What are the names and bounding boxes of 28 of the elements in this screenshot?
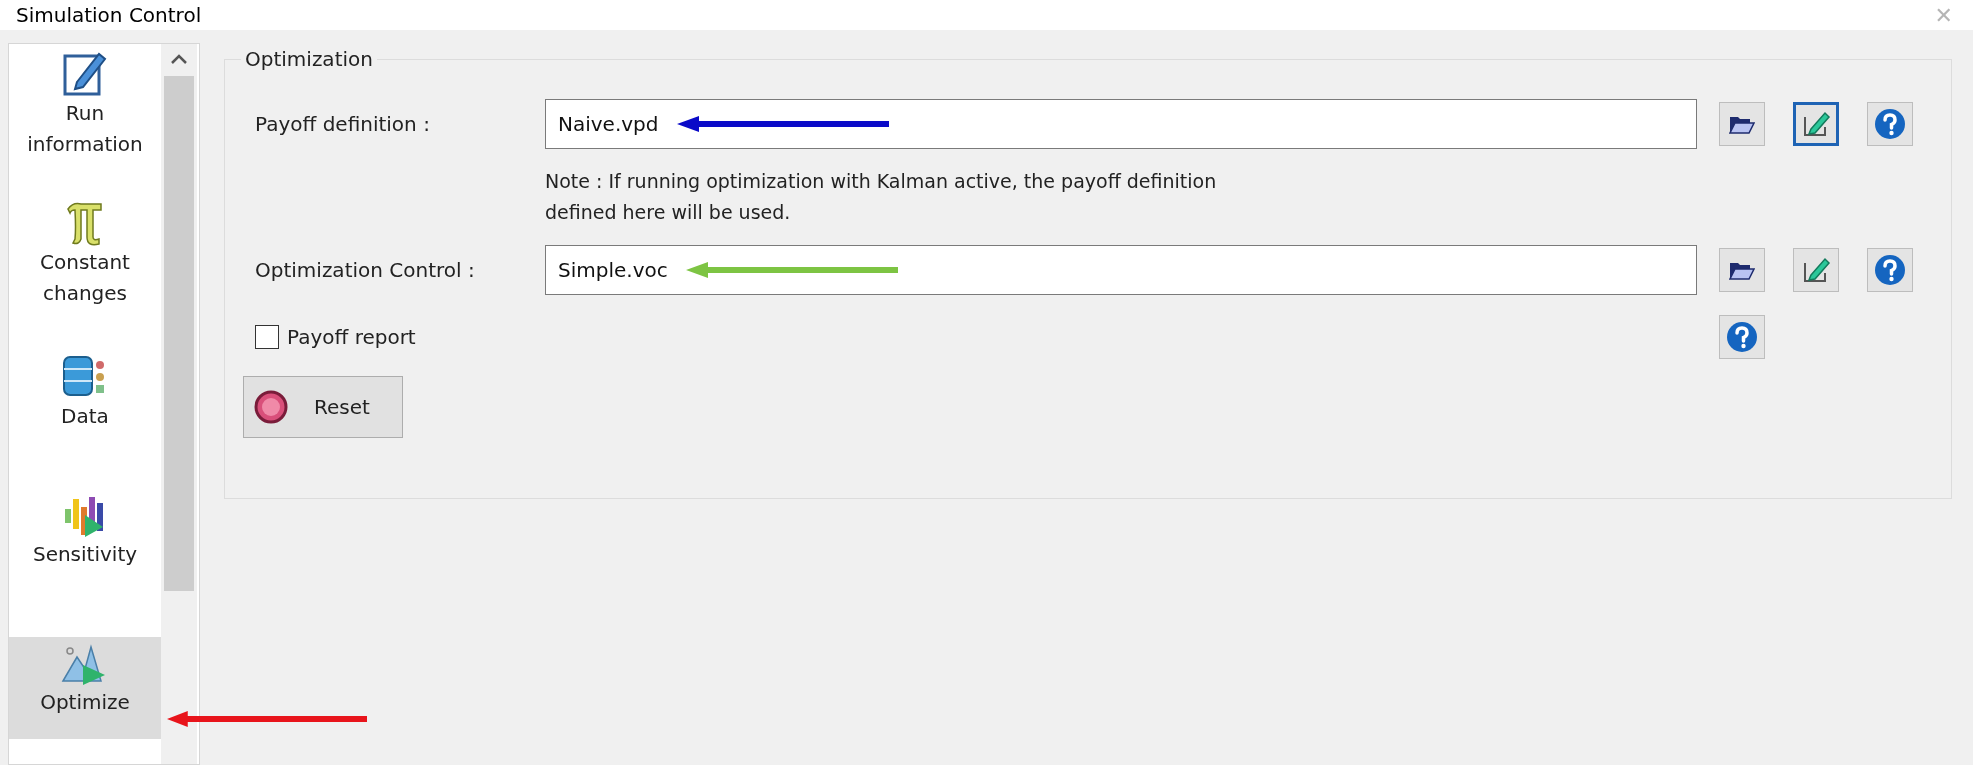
input-field[interactable]: Naive.vpd	[545, 99, 1697, 149]
help-button[interactable]	[1867, 248, 1913, 292]
checkbox[interactable]	[255, 325, 279, 349]
sidebar-item[interactable]: Optimize	[9, 637, 161, 739]
field-label: Optimization Control :	[255, 258, 476, 282]
field-label: Payoff definition :	[255, 112, 431, 136]
open-button[interactable]	[1719, 248, 1765, 292]
help-icon	[1726, 321, 1758, 353]
pencil-icon	[1801, 255, 1831, 285]
scroll-up-icon[interactable]	[170, 52, 188, 66]
reset-icon	[254, 390, 288, 424]
open-button[interactable]	[1719, 102, 1765, 146]
input-field[interactable]: Simple.voc	[545, 245, 1697, 295]
checkbox-label: Payoff report	[287, 325, 416, 349]
scrollbar-thumb[interactable]	[164, 76, 194, 591]
note-text: Note : If running optimization with Kalman active, the payoff definition defined here will be used.	[545, 169, 1218, 225]
help-icon	[1874, 254, 1906, 286]
folder-icon	[1729, 114, 1755, 134]
window-title: Simulation Control	[16, 3, 202, 27]
edit-button[interactable]	[1793, 248, 1839, 292]
help-icon	[1874, 108, 1906, 140]
pencil-icon	[1801, 109, 1831, 139]
help-button[interactable]	[1719, 315, 1765, 359]
folder-icon	[1729, 260, 1755, 280]
reset-button[interactable]: Reset	[243, 376, 403, 438]
help-button[interactable]	[1867, 102, 1913, 146]
edit-button[interactable]	[1793, 102, 1839, 146]
payoff-report-checkbox[interactable]: Payoff report	[255, 325, 1697, 349]
